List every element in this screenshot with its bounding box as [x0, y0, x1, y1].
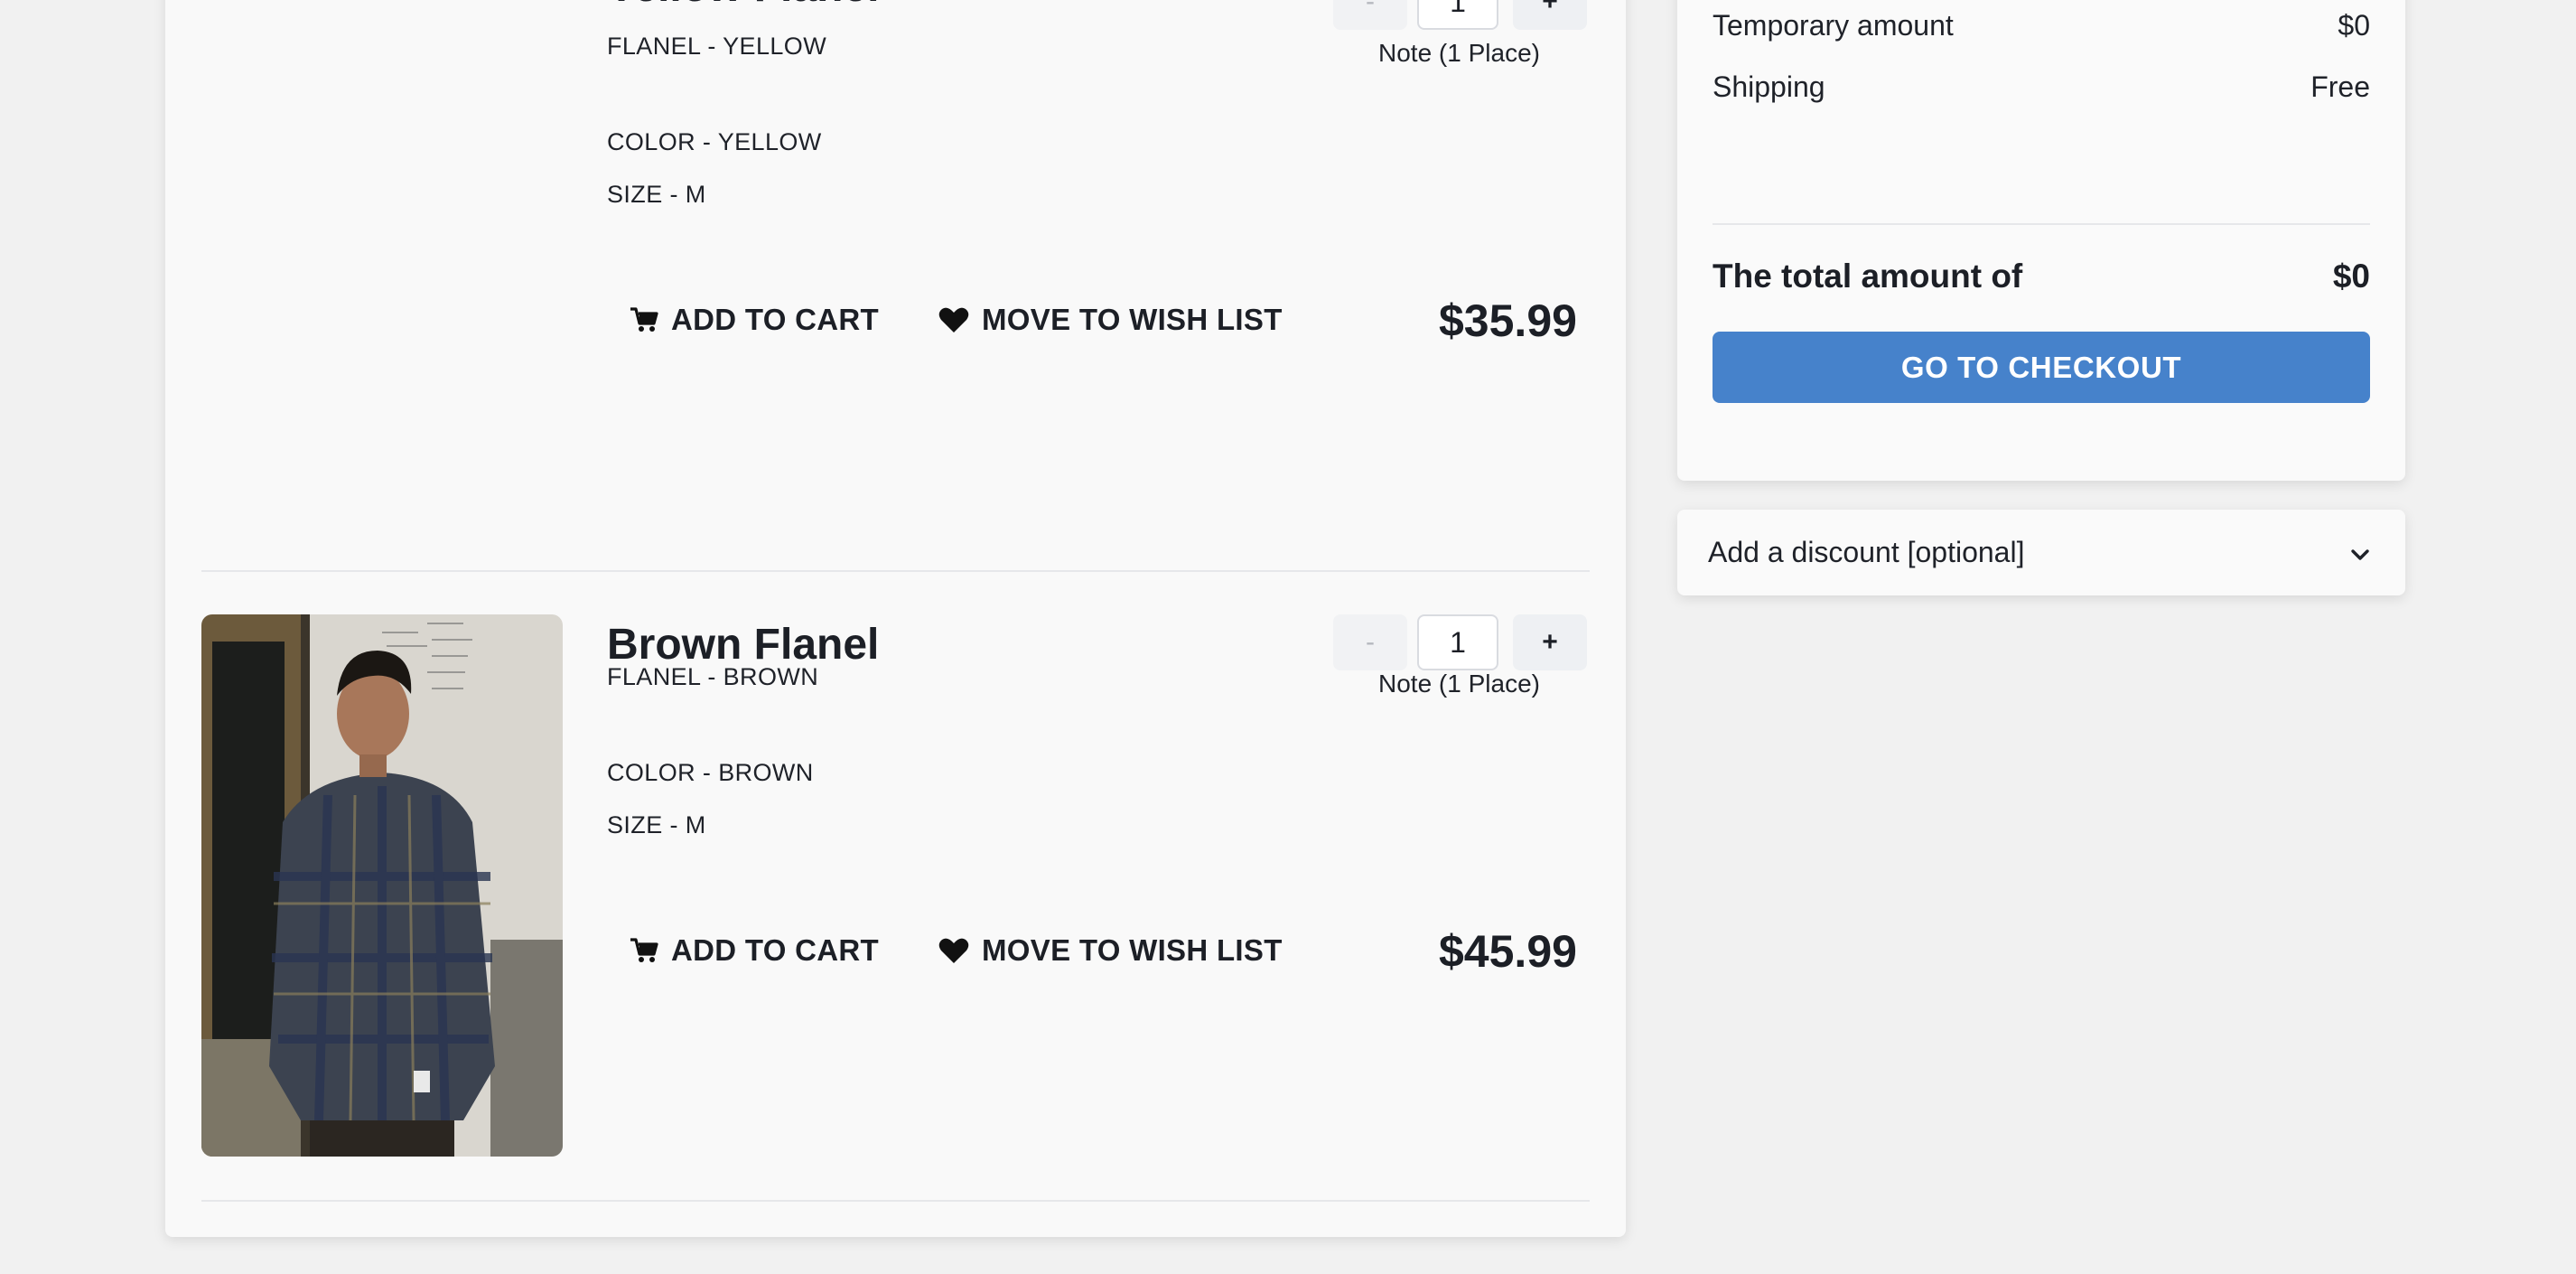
total-value: $0: [2332, 258, 2370, 295]
item-note-link[interactable]: Note (1 Place): [1378, 670, 1540, 698]
shipping-value: Free: [2310, 70, 2370, 103]
quantity-input[interactable]: 1: [1417, 614, 1498, 670]
add-to-cart-label: ADD TO CART: [671, 933, 880, 967]
item-sku: FLANEL - YELLOW: [607, 33, 827, 60]
quantity-increase-button[interactable]: +: [1513, 0, 1587, 30]
temporary-amount-row: Temporary amount $0: [1713, 9, 2370, 42]
add-to-cart-button[interactable]: ADD TO CART: [630, 303, 879, 337]
cart-icon: [630, 306, 658, 333]
discount-accordion[interactable]: Add a discount [optional]: [1677, 510, 2405, 595]
wish-list-label: MOVE TO WISH LIST: [982, 933, 1283, 967]
item-size: SIZE - M: [607, 181, 706, 208]
add-to-cart-button[interactable]: ADD TO CART: [630, 933, 879, 968]
move-to-wish-list-button[interactable]: MOVE TO WISH LIST: [938, 303, 1283, 337]
item-price: $45.99: [1439, 926, 1577, 977]
quantity-decrease-button[interactable]: -: [1333, 0, 1407, 30]
discount-label: Add a discount [optional]: [1708, 536, 2025, 568]
add-to-cart-label: ADD TO CART: [671, 303, 880, 336]
product-photo: [201, 614, 563, 1157]
heart-icon: [938, 937, 969, 964]
shipping-row: Shipping Free: [1713, 70, 2370, 104]
page: Yellow Flanel FLANEL - YELLOW COLOR - YE…: [0, 0, 2576, 1274]
cart-panel: Yellow Flanel FLANEL - YELLOW COLOR - YE…: [165, 0, 1626, 1237]
quantity-increase-button[interactable]: +: [1513, 614, 1587, 670]
item-price: $35.99: [1439, 295, 1577, 346]
wish-list-label: MOVE TO WISH LIST: [982, 303, 1283, 336]
chevron-down-icon: [2349, 536, 2371, 569]
total-row: The total amount of $0: [1713, 258, 2370, 295]
order-summary: Temporary amount $0 Shipping Free The to…: [1677, 0, 2405, 481]
item-size: SIZE - M: [607, 811, 706, 838]
item-divider: [201, 1200, 1590, 1202]
item-color: COLOR - BROWN: [607, 759, 814, 786]
go-to-checkout-button[interactable]: GO TO CHECKOUT: [1713, 332, 2370, 403]
temporary-amount-value: $0: [2338, 9, 2370, 42]
temporary-amount-label: Temporary amount: [1713, 9, 1954, 42]
item-note-link[interactable]: Note (1 Place): [1378, 39, 1540, 68]
item-name[interactable]: Yellow Flanel: [607, 0, 879, 12]
item-sku: FLANEL - BROWN: [607, 663, 819, 690]
heart-icon: [938, 306, 969, 333]
summary-divider: [1713, 223, 2370, 225]
quantity-decrease-button[interactable]: -: [1333, 614, 1407, 670]
quantity-input[interactable]: 1: [1417, 0, 1498, 30]
cart-icon: [630, 937, 658, 964]
shipping-label: Shipping: [1713, 70, 1825, 103]
total-label: The total amount of: [1713, 258, 2023, 295]
move-to-wish-list-button[interactable]: MOVE TO WISH LIST: [938, 933, 1283, 968]
item-divider: [201, 570, 1590, 572]
item-name[interactable]: Brown Flanel: [607, 620, 879, 670]
item-color: COLOR - YELLOW: [607, 128, 822, 155]
product-image-brown-flanel[interactable]: [201, 614, 563, 1157]
